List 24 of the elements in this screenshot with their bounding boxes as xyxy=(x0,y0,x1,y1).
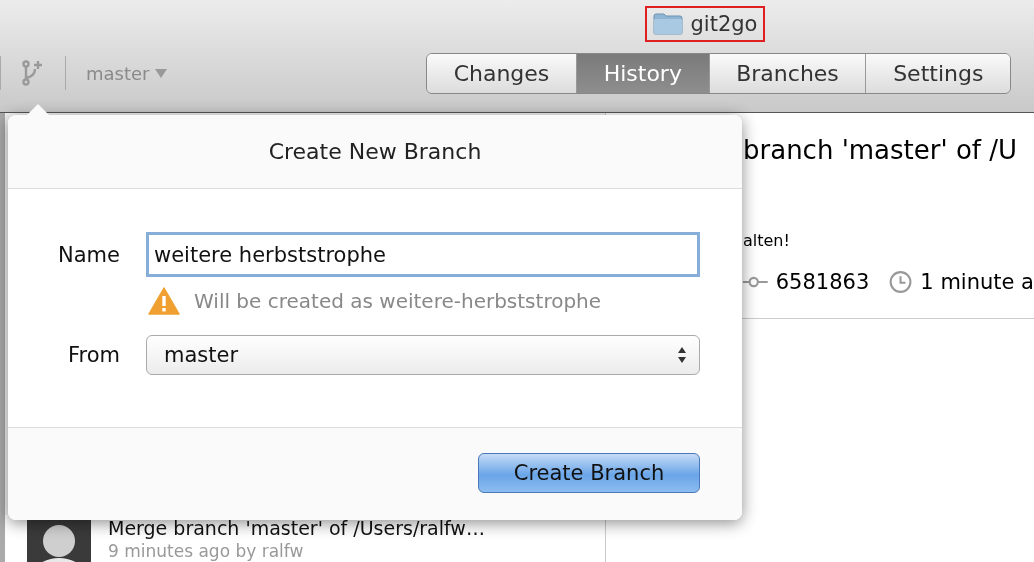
commit-title: Merge branch 'master' of /Users/ralfw… xyxy=(108,517,485,539)
commit-message: alten! xyxy=(743,231,791,250)
avatar-icon xyxy=(27,517,91,562)
commit-time: 1 minute a xyxy=(920,270,1034,294)
from-dropdown[interactable]: master xyxy=(146,335,700,375)
commit-sha: 6581863 xyxy=(775,270,870,294)
new-branch-icon[interactable] xyxy=(21,60,45,86)
commit-title: branch 'master' of /U xyxy=(743,135,1018,165)
clock-icon xyxy=(889,268,913,296)
tab[interactable]: Changes xyxy=(427,53,577,93)
popover-title: Create New Branch xyxy=(268,139,482,164)
tab[interactable]: Branches xyxy=(709,53,867,93)
commit-meta: 9 minutes ago by ralfw xyxy=(108,541,305,561)
folder-icon xyxy=(652,13,683,35)
window-title: git2go xyxy=(690,12,758,36)
warning-text: Will be created as weitere-herbststrophe xyxy=(194,289,602,313)
from-label: From xyxy=(66,343,120,367)
create-branch-button[interactable]: Create Branch xyxy=(478,453,700,493)
stepper-icon xyxy=(677,345,687,365)
name-label: Name xyxy=(57,242,120,267)
tab[interactable]: History xyxy=(577,53,710,93)
branch-name-field[interactable]: weitere herbststrophe xyxy=(146,232,700,277)
warning-icon xyxy=(148,287,180,315)
tab[interactable]: Settings xyxy=(866,53,1010,93)
